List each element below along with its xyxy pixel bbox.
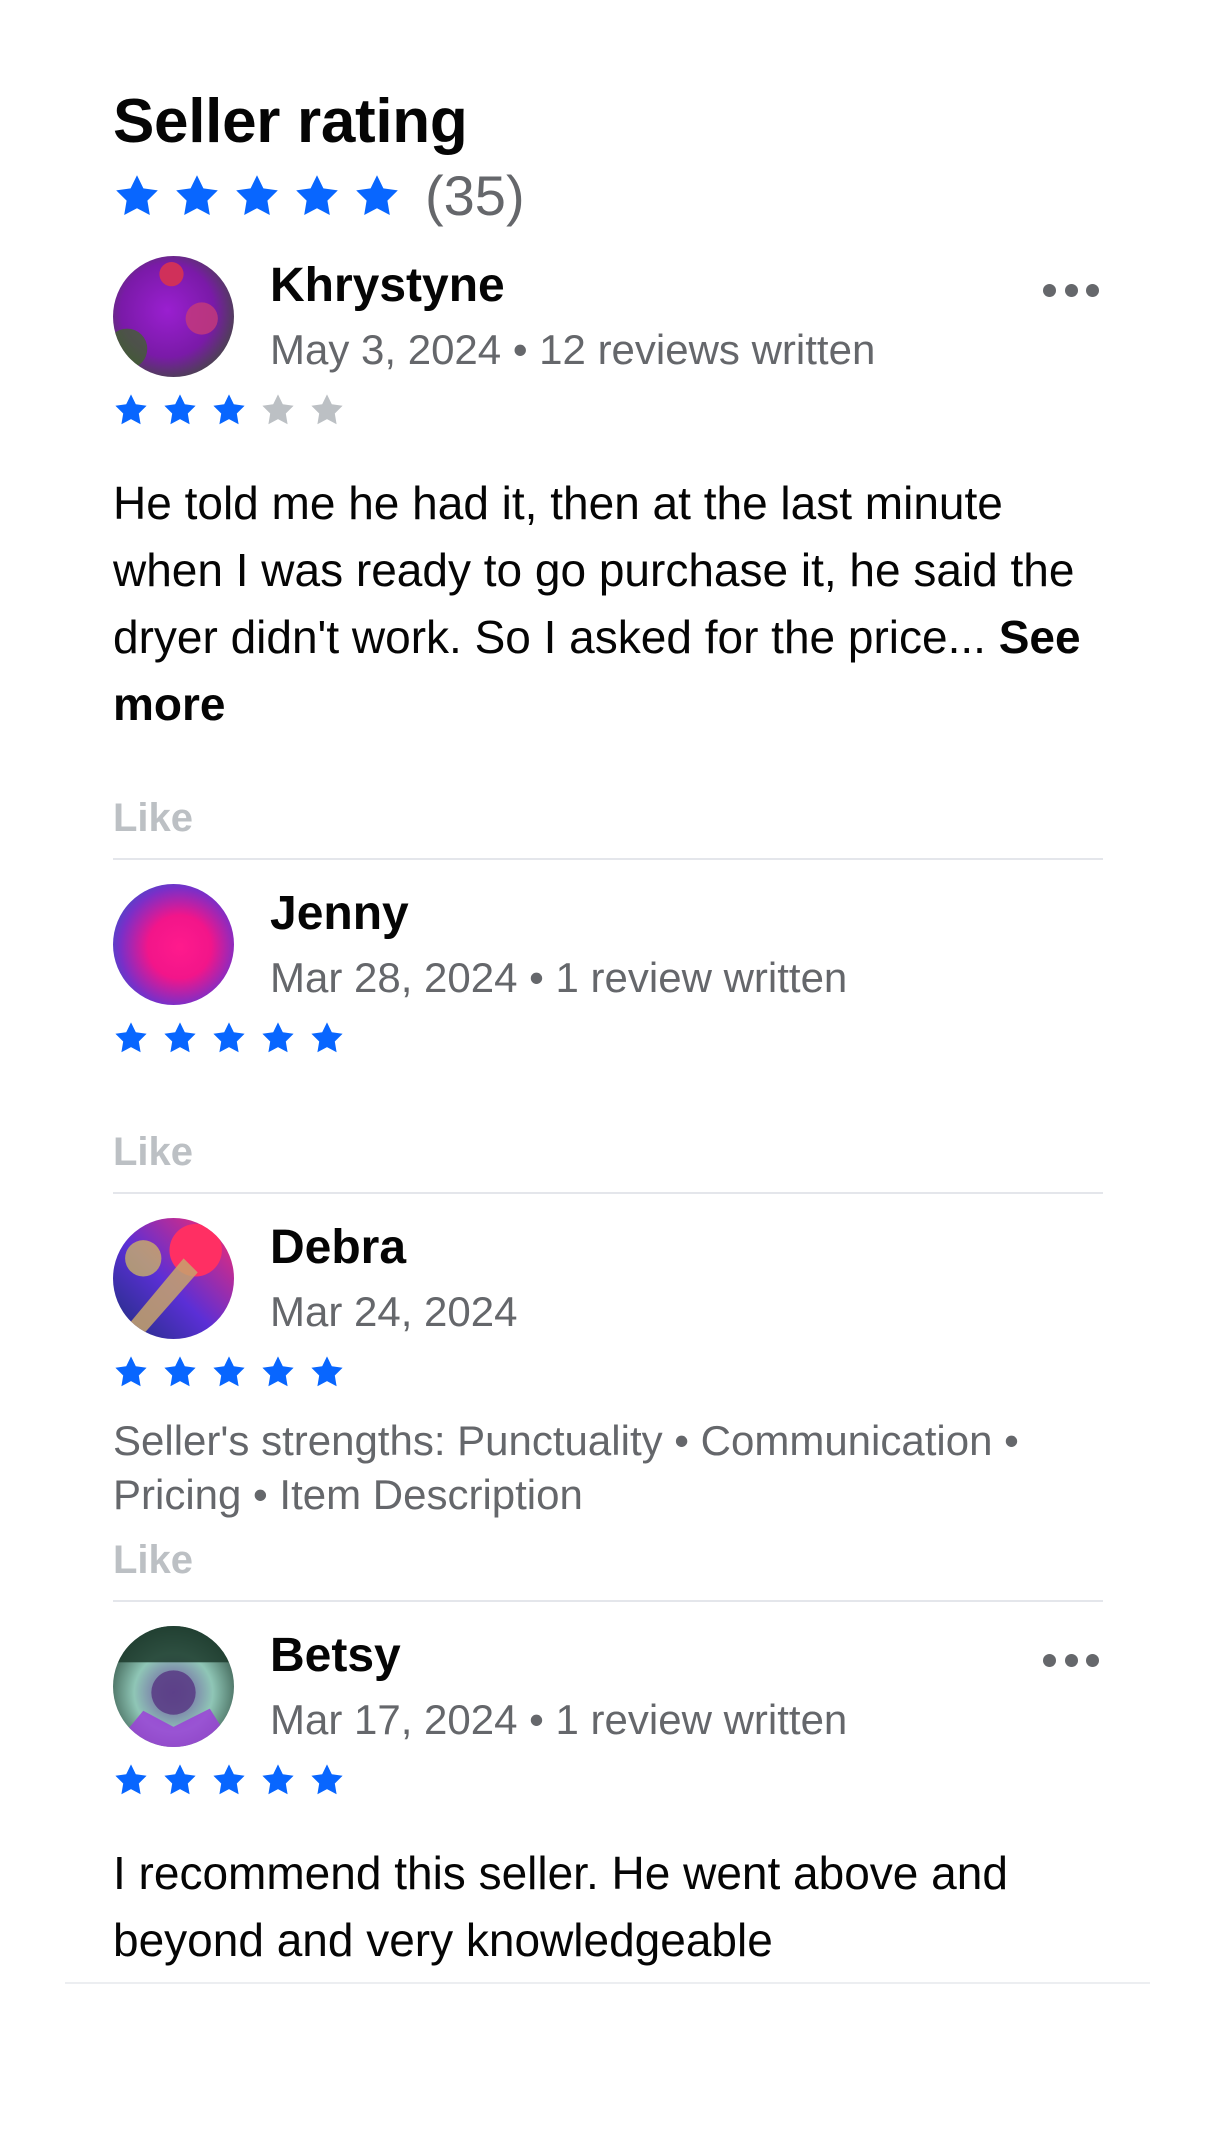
review-meta: Mar 28, 2024 • 1 review written [270,954,848,1001]
star-icon [164,1022,196,1053]
like-button[interactable]: Like [113,1126,193,1178]
summary-stars [113,172,401,220]
review-stars [113,1758,1103,1802]
star-icon [262,1356,294,1387]
page-title: Seller rating [113,87,468,156]
star-icon [213,1764,245,1795]
star-icon [296,175,338,215]
review-item: Jenny Mar 28, 2024 • 1 review written Li… [113,860,1103,1194]
reviewer-name[interactable]: Betsy [270,1624,847,1688]
star-icon [236,175,278,215]
avatar-icon[interactable] [113,884,234,1005]
star-icon [164,1764,196,1795]
review-item: Debra Mar 24, 2024 Seller's strengths: P… [113,1194,1103,1602]
star-icon [116,175,158,215]
review-meta: Mar 17, 2024 • 1 review written [270,1696,848,1743]
review-text: He told me he had it, then at the last m… [113,470,1103,738]
review-header: Khrystyne May 3, 2024 • 12 reviews writt… [113,232,1103,386]
reviewer-info: Khrystyne May 3, 2024 • 12 reviews writt… [270,254,875,380]
review-stars [113,388,1103,432]
like-button[interactable]: Like [113,792,193,844]
more-options-icon[interactable] [1043,278,1099,302]
more-options-icon[interactable] [1043,1648,1099,1672]
review-stars [113,1016,1103,1060]
bottom-fade [65,1982,1150,2147]
star-icon [262,1764,294,1795]
star-icon [311,1356,343,1387]
review-header: Debra Mar 24, 2024 [113,1194,1103,1348]
star-icon [115,1356,147,1387]
avatar-icon[interactable] [113,256,234,377]
star-icon [213,1356,245,1387]
reviewer-name[interactable]: Debra [270,1216,518,1280]
star-icon [262,1022,294,1053]
reviewer-info: Debra Mar 24, 2024 [270,1216,518,1342]
seller-rating-section: Seller rating (35) Khrystyne May 3, 2024… [113,80,1103,1974]
seller-rating-page: Seller rating (35) Khrystyne May 3, 2024… [0,0,1215,2147]
review-body: He told me he had it, then at the last m… [113,477,1075,663]
star-icon [213,1022,245,1053]
star-empty-icon [311,394,343,425]
star-icon [213,394,245,425]
star-icon [356,175,398,215]
star-icon [311,1022,343,1053]
seller-strengths: Seller's strengths: Punctuality • Commun… [113,1417,1019,1518]
review-item: Betsy Mar 17, 2024 • 1 review written I … [113,1602,1103,1974]
rating-summary: (35) [113,160,1103,232]
star-icon [164,394,196,425]
star-icon [115,1022,147,1053]
star-icon [311,1764,343,1795]
star-icon [115,1764,147,1795]
review-header: Jenny Mar 28, 2024 • 1 review written [113,860,1103,1014]
review-header: Betsy Mar 17, 2024 • 1 review written [113,1602,1103,1756]
review-item: Khrystyne May 3, 2024 • 12 reviews writt… [113,232,1103,860]
reviewer-info: Betsy Mar 17, 2024 • 1 review written [270,1624,847,1750]
review-meta: May 3, 2024 • 12 reviews written [270,326,876,373]
review-stars [113,1350,1103,1394]
reviewer-name[interactable]: Khrystyne [270,254,875,318]
reviewer-name[interactable]: Jenny [270,882,847,946]
star-icon [115,394,147,425]
star-icon [176,175,218,215]
star-icon [164,1356,196,1387]
like-button[interactable]: Like [113,1534,193,1586]
reviewer-info: Jenny Mar 28, 2024 • 1 review written [270,882,847,1008]
avatar-icon[interactable] [113,1626,234,1747]
review-meta: Mar 24, 2024 [270,1288,518,1335]
star-empty-icon [262,394,294,425]
review-text: I recommend this seller. He went above a… [113,1847,1008,1966]
avatar-icon[interactable] [113,1218,234,1339]
rating-count: (35) [425,164,525,227]
